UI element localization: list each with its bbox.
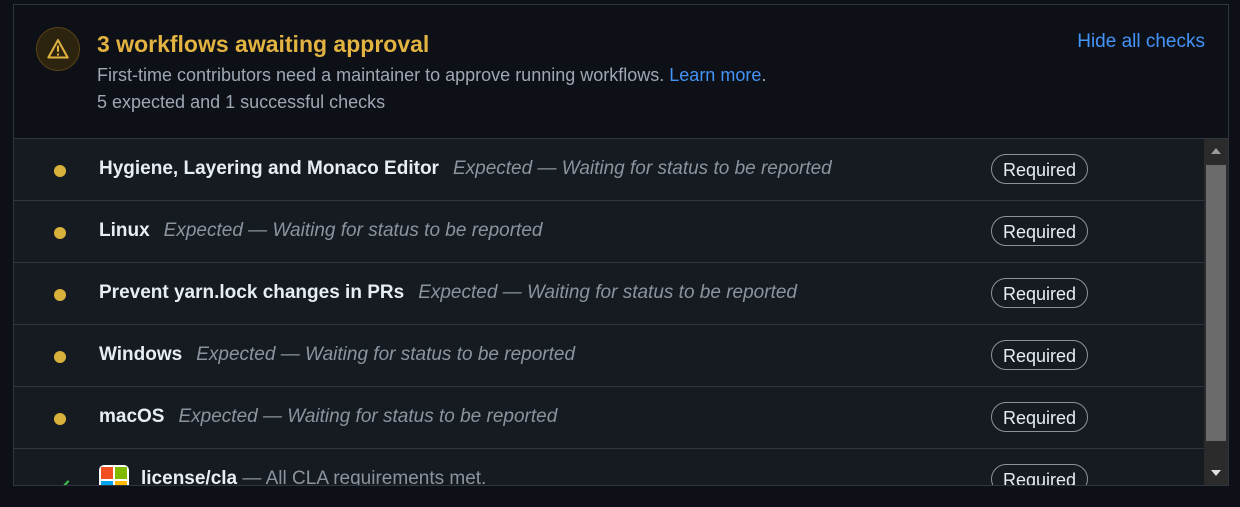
check-name: Prevent yarn.lock changes in PRs <box>99 282 405 303</box>
checks-summary: 5 expected and 1 successful checks <box>97 92 386 112</box>
merge-checks-panel: 3 workflows awaiting approval First-time… <box>13 5 1229 485</box>
pending-dot-icon <box>54 289 66 301</box>
alert-icon <box>36 27 80 71</box>
check-row[interactable]: Prevent yarn.lock changes in PRs Expected… <box>14 263 1204 325</box>
check-description: Expected — Waiting for status to be repo… <box>163 220 543 241</box>
check-row-text: license/cla — All CLA requirements met. <box>141 468 486 485</box>
check-description: Expected — Waiting for status to be repo… <box>418 282 797 303</box>
check-name: Windows <box>99 344 183 365</box>
check-description: Expected — Waiting for status to be repo… <box>178 406 558 427</box>
bottom-border <box>13 485 1229 486</box>
check-row[interactable]: license/cla — All CLA requirements met. … <box>14 449 1204 485</box>
check-row-text: macOS Expected — Waiting for status to be… <box>99 406 557 428</box>
required-badge: Required <box>991 340 1089 370</box>
check-row-text: Linux Expected — Waiting for status to be… <box>99 220 542 242</box>
required-badge: Required <box>991 216 1089 246</box>
microsoft-logo-icon <box>99 465 129 485</box>
check-name: Hygiene, Layering and Monaco Editor <box>99 158 439 179</box>
check-description: — All CLA requirements met. <box>242 468 487 485</box>
required-badge: Required <box>991 402 1089 432</box>
logo-square <box>101 467 113 479</box>
check-description: Expected — Waiting for status to be repo… <box>196 344 576 365</box>
check-row[interactable]: Hygiene, Layering and Monaco Editor Expec… <box>14 139 1204 201</box>
required-badge: Required <box>991 464 1089 485</box>
subtitle-text: First-time contributors need a maintaine… <box>97 65 665 85</box>
pending-dot-icon <box>54 227 66 239</box>
check-description: Expected — Waiting for status to be repo… <box>452 158 832 179</box>
awaiting-approval-title: 3 workflows awaiting approval <box>97 31 430 57</box>
subtitle-period: . <box>761 65 767 85</box>
checks-header: 3 workflows awaiting approval First-time… <box>14 5 1228 139</box>
approval-subtitle: First-time contributors need a maintaine… <box>97 65 766 86</box>
check-row-text: Prevent yarn.lock changes in PRs Expected… <box>99 282 797 304</box>
logo-square <box>115 467 127 479</box>
required-badge: Required <box>991 278 1089 308</box>
check-name: Linux <box>99 220 150 241</box>
checks-list: Hygiene, Layering and Monaco Editor Expec… <box>14 139 1204 485</box>
check-row-text: Windows Expected — Waiting for status to … <box>99 344 575 366</box>
pending-dot-icon <box>54 165 66 177</box>
scroll-thumb[interactable] <box>1206 165 1226 441</box>
hide-all-checks-button[interactable]: Hide all checks <box>1077 31 1205 53</box>
pending-dot-icon <box>54 351 66 363</box>
checks-scrollbar[interactable] <box>1204 139 1228 485</box>
check-row[interactable]: Windows Expected — Waiting for status to … <box>14 325 1204 387</box>
learn-more-link[interactable]: Learn more <box>669 65 761 85</box>
check-row[interactable]: macOS Expected — Waiting for status to be… <box>14 387 1204 449</box>
pending-dot-icon <box>54 413 66 425</box>
check-name: macOS <box>99 406 165 427</box>
check-name: license/cla <box>141 468 238 485</box>
scroll-down-icon[interactable] <box>1204 461 1228 485</box>
scroll-up-icon[interactable] <box>1204 139 1228 163</box>
check-row-text: Hygiene, Layering and Monaco Editor Expec… <box>99 158 832 180</box>
check-row[interactable]: Linux Expected — Waiting for status to be… <box>14 201 1204 263</box>
required-badge: Required <box>991 154 1089 184</box>
